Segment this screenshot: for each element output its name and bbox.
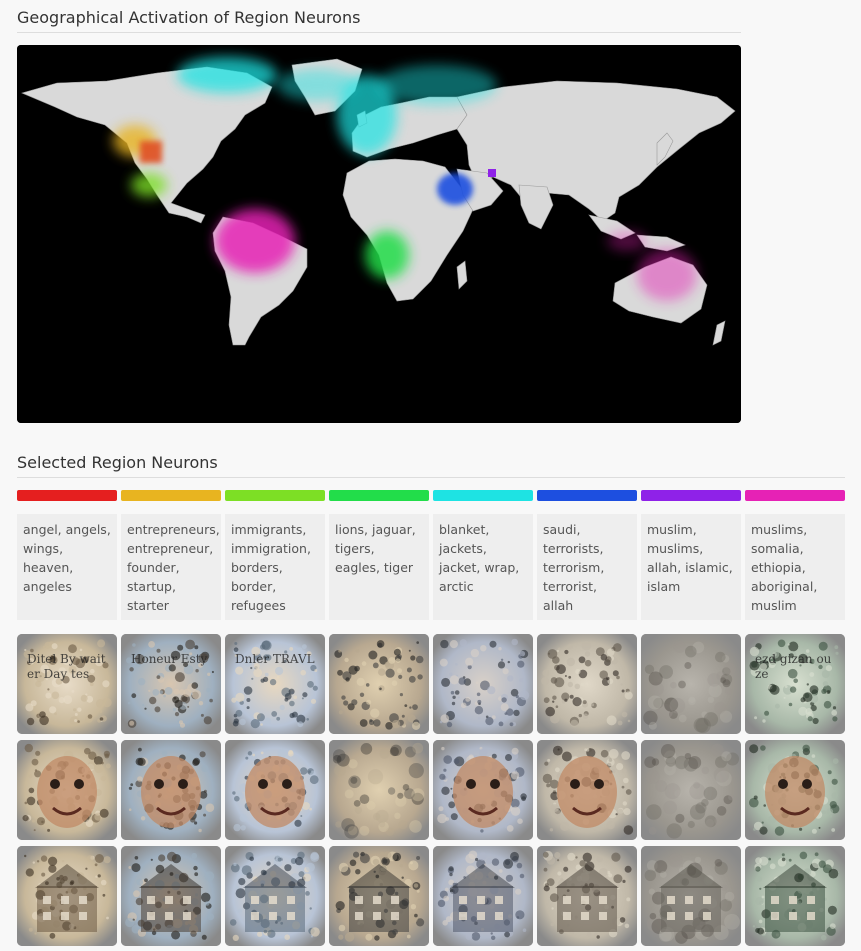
neuron-label: muslims, somalia, ethiopia, aboriginal, … bbox=[745, 514, 845, 620]
feature-visualization-text bbox=[537, 634, 637, 734]
feature-visualization-buildings bbox=[225, 846, 325, 946]
map-section-title: Geographical Activation of Region Neuron… bbox=[17, 8, 741, 33]
feature-visualization-buildings bbox=[745, 846, 845, 946]
neuron-label: lions, jaguar, tigers, eagles, tiger bbox=[329, 514, 429, 620]
feature-visualization-text: Honeur Esty bbox=[121, 634, 221, 734]
neuron-color-bar bbox=[121, 490, 221, 501]
feature-visualization-faces bbox=[17, 740, 117, 840]
neuron-label: muslim, muslims, allah, islamic, islam bbox=[641, 514, 741, 620]
neuron-label: entrepreneurs, entrepreneur, founder, st… bbox=[121, 514, 221, 620]
feature-visualization-text: Ditel By waiter Day tes bbox=[17, 634, 117, 734]
feature-visualization-text: Ditel By waiter Day tes bbox=[27, 652, 106, 681]
feature-visualization-text: ezd gizan ouze bbox=[745, 634, 845, 734]
feature-visualization-text: Dnler TRAVL bbox=[225, 634, 325, 734]
feature-visualization-faces bbox=[329, 740, 429, 840]
neuron-label: blanket, jackets, jacket, wrap, arctic bbox=[433, 514, 533, 620]
feature-visualization-faces bbox=[225, 740, 325, 840]
feature-visualization-buildings bbox=[329, 846, 429, 946]
neuron-label: immigrants, immigration, borders, border… bbox=[225, 514, 325, 620]
feature-visualization-faces bbox=[537, 740, 637, 840]
neuron-color-bar bbox=[329, 490, 429, 501]
feature-visualization-faces bbox=[433, 740, 533, 840]
feature-visualization-buildings bbox=[537, 846, 637, 946]
neuron-color-bar bbox=[537, 490, 637, 501]
neuron-label: angel, angels, wings, heaven, angeles bbox=[17, 514, 117, 620]
feature-visualization-text: Dnler TRAVL bbox=[235, 652, 315, 666]
feature-visualization-text: ezd gizan ouze bbox=[755, 652, 832, 681]
neurons-section-title: Selected Region Neurons bbox=[17, 453, 845, 478]
feature-visualization-buildings bbox=[433, 846, 533, 946]
feature-visualization-buildings bbox=[17, 846, 117, 946]
neuron-color-bar bbox=[433, 490, 533, 501]
feature-visualization-text bbox=[329, 634, 429, 734]
neuron-color-bar bbox=[745, 490, 845, 501]
feature-visualization-text bbox=[433, 634, 533, 734]
world-map-graphic bbox=[17, 45, 741, 423]
activation-world-map bbox=[17, 45, 741, 423]
feature-visualization-buildings bbox=[641, 846, 741, 946]
neuron-color-bar bbox=[225, 490, 325, 501]
neuron-color-bar bbox=[17, 490, 117, 501]
feature-visualization-text bbox=[641, 634, 741, 734]
feature-visualization-text: Honeur Esty bbox=[131, 652, 208, 666]
neuron-color-bar bbox=[641, 490, 741, 501]
feature-visualization-faces bbox=[641, 740, 741, 840]
feature-visualization-faces bbox=[121, 740, 221, 840]
neuron-label: saudi, terrorists, terrorism, terrorist,… bbox=[537, 514, 637, 620]
feature-visualization-buildings bbox=[121, 846, 221, 946]
feature-visualization-faces bbox=[745, 740, 845, 840]
